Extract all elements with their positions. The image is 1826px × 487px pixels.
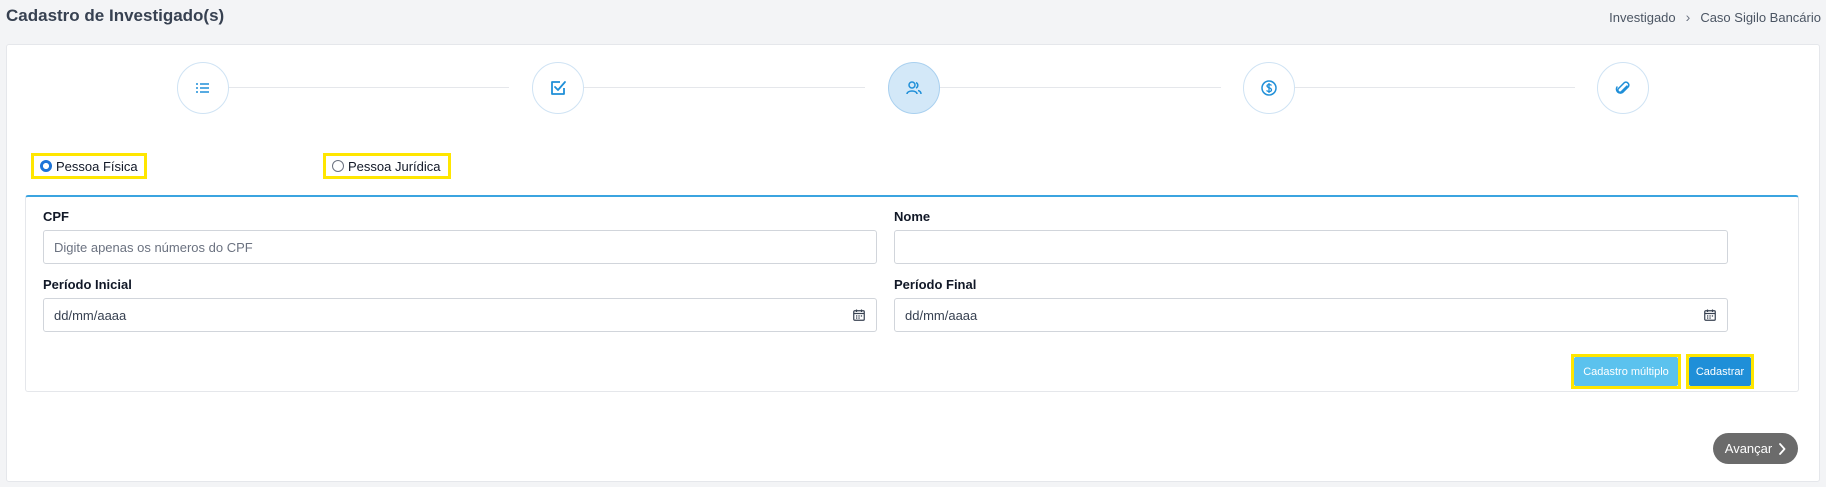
page-header: Cadastro de Investigado(s) Investigado ›…: [0, 0, 1826, 36]
stepper-connector: [1275, 87, 1575, 88]
cpf-label: CPF: [43, 209, 69, 224]
breadcrumb-separator: ›: [1685, 9, 1691, 25]
radio-label-juridica: Pessoa Jurídica: [348, 158, 441, 174]
step-list[interactable]: [177, 62, 229, 114]
breadcrumb-item-investigado[interactable]: Investigado: [1609, 10, 1676, 25]
form-panel: CPF Digite apenas os números do CPF Nome…: [25, 195, 1799, 392]
periodo-final-value: dd/mm/aaaa: [905, 307, 978, 323]
cadastrar-outline: Cadastrar: [1686, 354, 1754, 389]
dollar-icon: [1261, 80, 1277, 96]
nome-input[interactable]: [894, 230, 1728, 264]
nome-label: Nome: [894, 209, 931, 224]
stepper-connector: [921, 87, 1221, 88]
periodo-inicial-input[interactable]: dd/mm/aaaa: [43, 298, 877, 332]
breadcrumb-item-caso: Caso Sigilo Bancário: [1700, 9, 1821, 25]
cpf-input[interactable]: Digite apenas os números do CPF: [43, 230, 877, 264]
cadastro-multiplo-button[interactable]: Cadastro múltiplo: [1574, 357, 1678, 386]
cpf-placeholder: Digite apenas os números do CPF: [54, 239, 253, 255]
periodo-final-label: Período Final: [894, 277, 977, 292]
avancar-label: Avançar: [1724, 441, 1773, 456]
breadcrumb: Investigado › Caso Sigilo Bancário: [1609, 9, 1821, 25]
step-paperclip[interactable]: [1597, 62, 1649, 114]
cadastro-multiplo-outline: Cadastro múltiplo: [1571, 354, 1681, 389]
step-checkbox[interactable]: [532, 62, 584, 114]
calendar-icon[interactable]: [1704, 309, 1716, 321]
page-title: Cadastro de Investigado(s): [6, 6, 225, 25]
calendar-icon[interactable]: [853, 309, 865, 321]
radio-label-fisica: Pessoa Física: [56, 158, 138, 174]
stepper-connector: [565, 87, 865, 88]
radio-pessoa-juridica[interactable]: Pessoa Jurídica: [323, 153, 451, 179]
radio-pessoa-fisica[interactable]: Pessoa Física: [31, 153, 147, 179]
avancar-button[interactable]: Avançar: [1713, 433, 1798, 464]
periodo-final-input[interactable]: dd/mm/aaaa: [894, 298, 1728, 332]
checkbox-icon: [551, 81, 566, 95]
users-icon: [906, 81, 922, 95]
stepper-connector: [209, 87, 509, 88]
step-users[interactable]: [888, 62, 940, 114]
list-icon: [196, 83, 209, 93]
periodo-inicial-label: Período Inicial: [43, 277, 132, 292]
step-dollar[interactable]: [1243, 62, 1295, 114]
radio-button-unchecked[interactable]: [332, 160, 344, 172]
periodo-inicial-value: dd/mm/aaaa: [54, 307, 127, 323]
main-card: Pessoa Física Pessoa Jurídica CPF Digite…: [6, 44, 1820, 482]
cadastrar-button[interactable]: Cadastrar: [1689, 357, 1751, 386]
paperclip-icon: [1615, 81, 1630, 94]
radio-button-checked[interactable]: [40, 160, 52, 172]
chevron-right-icon: [1779, 442, 1786, 455]
